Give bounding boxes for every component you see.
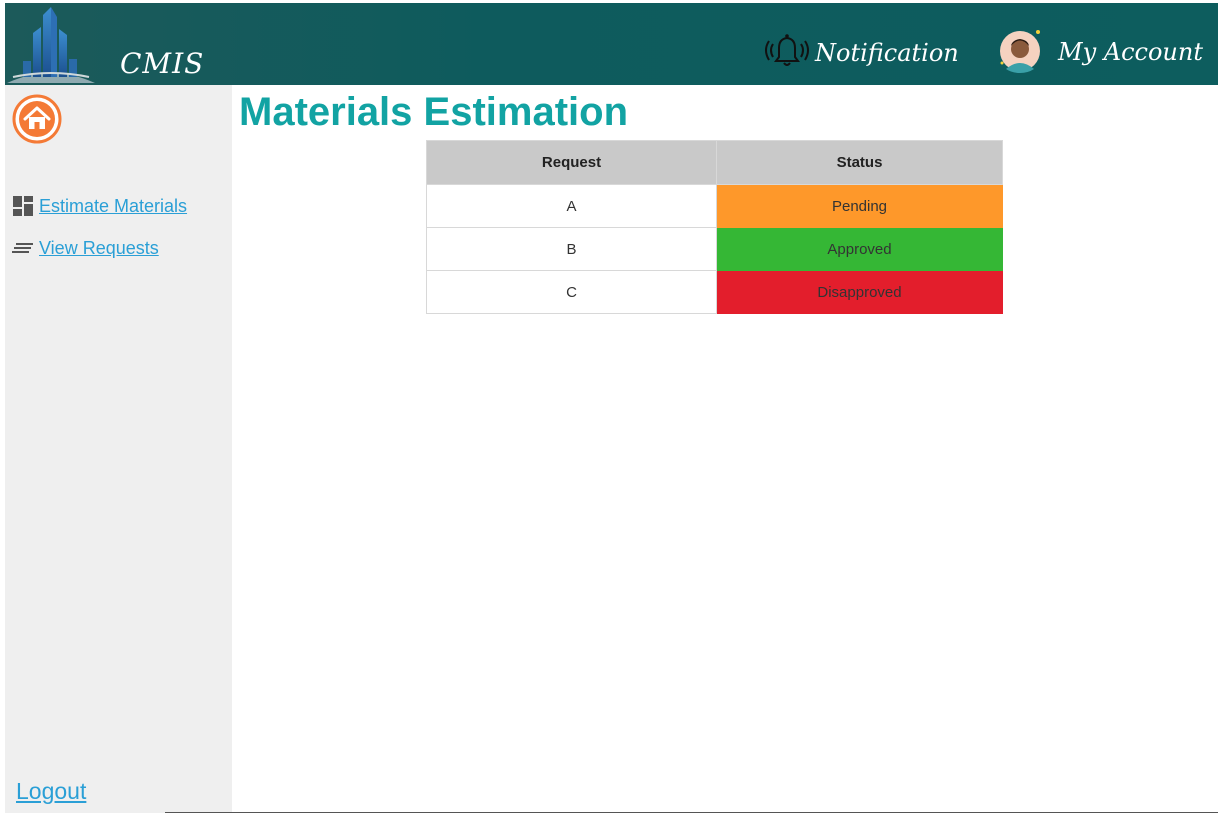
- sidebar-item-label[interactable]: View Requests: [39, 238, 159, 259]
- request-cell: B: [426, 227, 717, 271]
- status-cell: Pending: [716, 184, 1003, 228]
- logout-link[interactable]: Logout: [16, 778, 86, 805]
- top-header: CMIS Notification My Account: [5, 3, 1218, 85]
- column-header-request: Request: [426, 140, 717, 185]
- bell-icon: [763, 31, 811, 76]
- sidebar: Estimate Materials View Requests Logout: [5, 85, 232, 813]
- table-header-row: Request Status: [426, 140, 1003, 185]
- my-account-button[interactable]: My Account: [998, 29, 1203, 75]
- account-label: My Account: [1058, 38, 1203, 66]
- table-row[interactable]: C Disapproved: [426, 270, 1003, 314]
- home-button[interactable]: [12, 94, 62, 144]
- request-cell: A: [426, 184, 717, 228]
- status-cell: Disapproved: [716, 270, 1003, 314]
- notification-button[interactable]: Notification: [763, 33, 959, 73]
- dashboard-icon: [12, 195, 34, 217]
- list-icon: [12, 237, 34, 259]
- cmis-logo[interactable]: [5, 3, 97, 85]
- home-icon: [12, 94, 62, 148]
- notification-label: Notification: [815, 39, 959, 67]
- brand-name: CMIS: [120, 47, 205, 80]
- request-cell: C: [426, 270, 717, 314]
- app-window: CMIS Notification My Account Estimate Ma…: [5, 3, 1218, 813]
- sidebar-item-view-requests[interactable]: View Requests: [12, 237, 159, 259]
- table-row[interactable]: B Approved: [426, 227, 1003, 271]
- sidebar-item-estimate-materials[interactable]: Estimate Materials: [12, 195, 187, 217]
- column-header-status: Status: [716, 140, 1003, 185]
- table-row[interactable]: A Pending: [426, 184, 1003, 228]
- avatar: [998, 27, 1044, 78]
- divider: [165, 812, 1218, 813]
- page-title: Materials Estimation: [239, 90, 629, 134]
- sidebar-item-label[interactable]: Estimate Materials: [39, 196, 187, 217]
- requests-table: Request Status A Pending B Approved C Di…: [426, 140, 1003, 314]
- status-cell: Approved: [716, 227, 1003, 271]
